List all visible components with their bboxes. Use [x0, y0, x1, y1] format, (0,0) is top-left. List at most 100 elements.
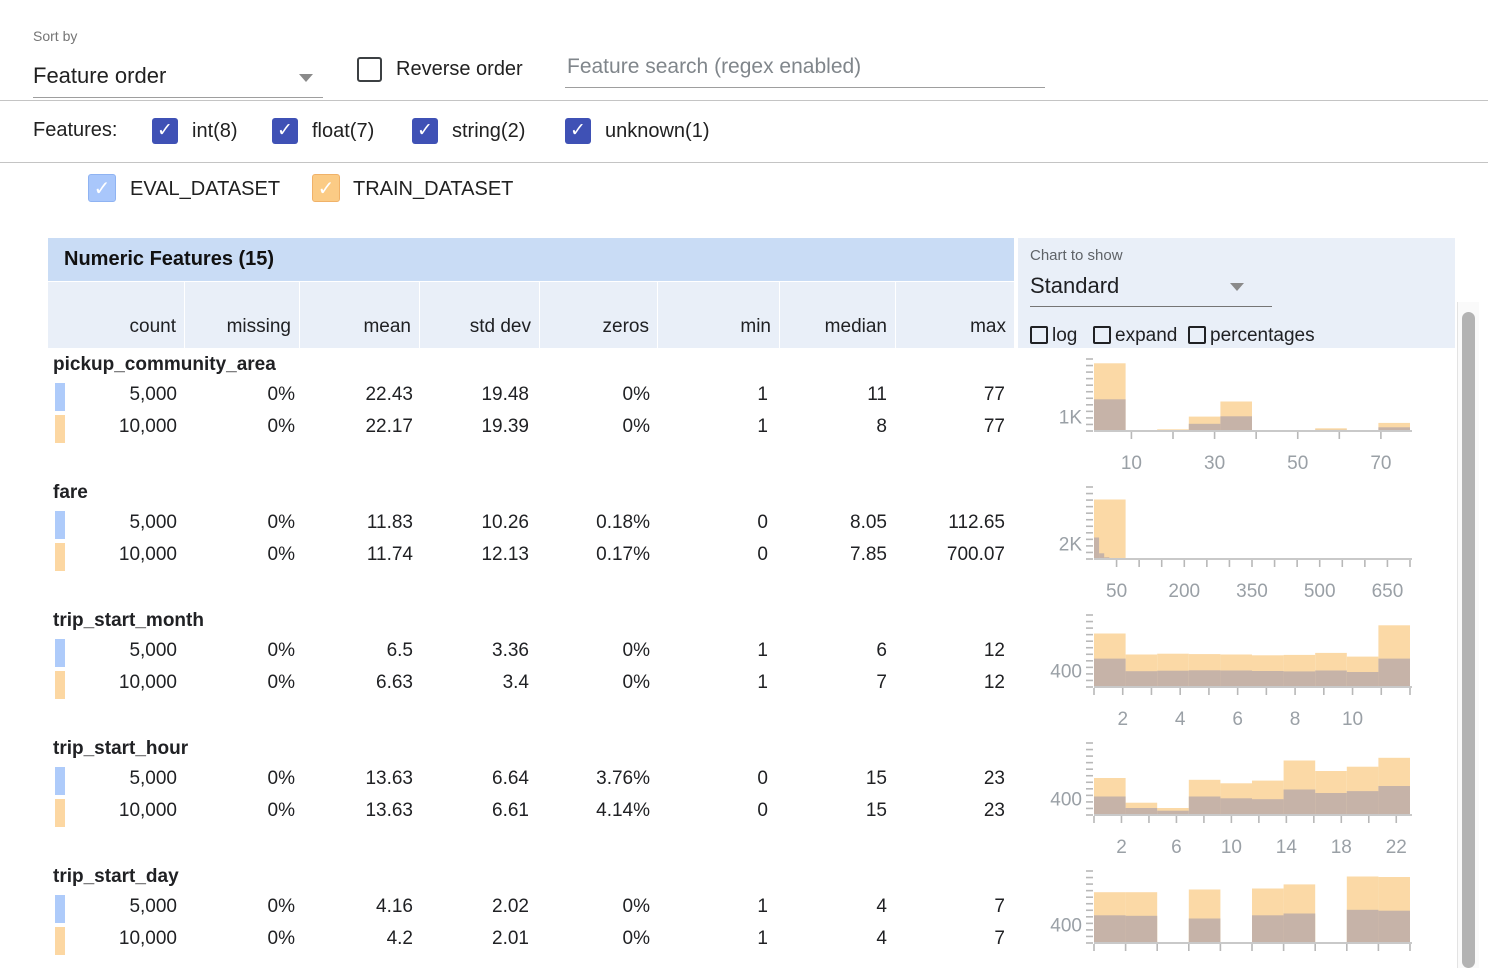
- feature-block: trip_start_hour5,0000%13.636.643.76%0152…: [0, 736, 1455, 864]
- log-label: log: [1052, 325, 1077, 347]
- feature-name: fare: [53, 482, 88, 504]
- histogram-bar: [1189, 670, 1221, 687]
- stat-max: 77: [855, 413, 1005, 441]
- chevron-down-icon: [1230, 283, 1244, 291]
- histogram-bar: [1094, 915, 1126, 943]
- stat-max: 23: [855, 765, 1005, 793]
- y-axis-label: 400: [1050, 916, 1082, 937]
- feature-block: trip_start_month5,0000%6.53.360%161210,0…: [0, 608, 1455, 736]
- histogram-bar: [1220, 671, 1252, 688]
- x-tick-label: 350: [1236, 581, 1268, 602]
- histogram-bar: [1220, 416, 1252, 431]
- stat-max: 7: [855, 893, 1005, 921]
- histogram-bar: [1284, 914, 1316, 944]
- histogram-bar: [1315, 793, 1347, 815]
- percentages-label: percentages: [1210, 325, 1315, 347]
- histogram-bar: [1347, 672, 1379, 687]
- type-label-unknown: unknown(1): [605, 120, 710, 143]
- feature-block: fare5,0000%11.8310.260.18%08.05112.6510,…: [0, 480, 1455, 608]
- features-filter-label: Features:: [33, 119, 117, 142]
- eval-dataset-checkbox[interactable]: ✓: [88, 174, 116, 202]
- table-title: Numeric Features (15): [48, 238, 1014, 281]
- x-tick-label: 22: [1386, 837, 1407, 858]
- percentages-checkbox[interactable]: [1188, 326, 1206, 344]
- train-dataset-checkbox[interactable]: ✓: [312, 174, 340, 202]
- x-tick-label: 200: [1168, 581, 1200, 602]
- histogram-bar: [1315, 671, 1347, 688]
- x-tick-label: 500: [1304, 581, 1336, 602]
- histogram-bar: [1189, 797, 1221, 816]
- chevron-down-icon: [299, 74, 313, 82]
- x-tick-label: 10: [1221, 837, 1242, 858]
- histogram-bar: [1347, 791, 1379, 815]
- reverse-order-label: Reverse order: [396, 58, 523, 81]
- toolbar-divider: [0, 100, 1488, 101]
- col-header-min: min: [658, 282, 780, 348]
- log-checkbox[interactable]: [1030, 326, 1048, 344]
- chart-type-select[interactable]: Standard: [1030, 269, 1272, 307]
- x-tick-label: 6: [1232, 709, 1243, 730]
- histogram-bar: [1126, 808, 1158, 815]
- x-tick-label: 18: [1331, 837, 1352, 858]
- col-header-zeros: zeros: [540, 282, 658, 348]
- sort-by-select[interactable]: Feature order: [33, 57, 323, 98]
- feature-name: trip_start_month: [53, 610, 204, 632]
- type-checkbox-string[interactable]: ✓: [412, 118, 438, 144]
- col-header-median: median: [780, 282, 896, 348]
- x-tick-label: 10: [1121, 453, 1142, 474]
- histogram-bar: [1126, 916, 1158, 943]
- stat-max: 112.65: [855, 509, 1005, 537]
- col-header-max: max: [896, 282, 1014, 348]
- type-label-float: float(7): [312, 120, 374, 143]
- feature-name: trip_start_day: [53, 866, 179, 888]
- eval-dataset-label: EVAL_DATASET: [130, 178, 280, 201]
- stat-max: 7: [855, 925, 1005, 953]
- type-checkbox-int[interactable]: ✓: [152, 118, 178, 144]
- x-tick-label: 50: [1287, 453, 1308, 474]
- histogram-bar: [1252, 671, 1284, 687]
- histogram-bar: [1094, 797, 1126, 816]
- feature-search-input[interactable]: [565, 55, 1045, 88]
- feature-histogram[interactable]: 2 6 10 14 18 22 400: [1020, 736, 1420, 864]
- col-header-missing: missing: [185, 282, 300, 348]
- x-tick-label: 6: [1171, 837, 1182, 858]
- col-header-count: count: [48, 282, 185, 348]
- column-header-row: count missing mean std dev zeros min med…: [48, 282, 1014, 348]
- feature-histogram[interactable]: 246810400: [1020, 608, 1420, 736]
- col-header-mean: mean: [300, 282, 420, 348]
- histogram-bar: [1252, 915, 1284, 943]
- scrollbar-thumb[interactable]: [1462, 312, 1475, 968]
- expand-checkbox[interactable]: [1093, 326, 1111, 344]
- x-tick-label: 4: [1175, 709, 1186, 730]
- x-tick-label: 2: [1116, 837, 1127, 858]
- histogram-bar: [1189, 919, 1221, 944]
- histogram-bar: [1378, 911, 1410, 943]
- histogram-bar: [1157, 671, 1189, 687]
- filters-divider: [0, 162, 1488, 163]
- feature-histogram[interactable]: 400: [1020, 864, 1420, 968]
- y-axis-label: 400: [1050, 790, 1082, 811]
- histogram-bar: [1094, 538, 1099, 560]
- col-header-stddev: std dev: [420, 282, 540, 348]
- expand-label: expand: [1115, 325, 1177, 347]
- type-checkbox-float[interactable]: ✓: [272, 118, 298, 144]
- x-tick-label: 14: [1276, 837, 1298, 858]
- histogram-bar: [1378, 659, 1410, 687]
- stat-max: 12: [855, 669, 1005, 697]
- sort-by-value: Feature order: [33, 63, 166, 88]
- x-tick-label: 10: [1342, 709, 1363, 730]
- feature-histogram[interactable]: 103050701K: [1020, 352, 1420, 480]
- y-axis-label: 2K: [1059, 534, 1083, 555]
- histogram-bar: [1378, 786, 1410, 815]
- reverse-order-checkbox[interactable]: [357, 57, 382, 82]
- histogram-bar: [1284, 671, 1316, 687]
- histogram-bar: [1094, 659, 1126, 687]
- feature-histogram[interactable]: 502003505006502K: [1020, 480, 1420, 608]
- x-tick-label: 8: [1290, 709, 1301, 730]
- chart-to-show-label: Chart to show: [1030, 247, 1123, 264]
- histogram-bar: [1220, 798, 1252, 815]
- feature-name: pickup_community_area: [53, 354, 276, 376]
- feature-block: pickup_community_area5,0000%22.4319.480%…: [0, 352, 1455, 480]
- scrollbar-track[interactable]: [1457, 302, 1479, 968]
- type-checkbox-unknown[interactable]: ✓: [565, 118, 591, 144]
